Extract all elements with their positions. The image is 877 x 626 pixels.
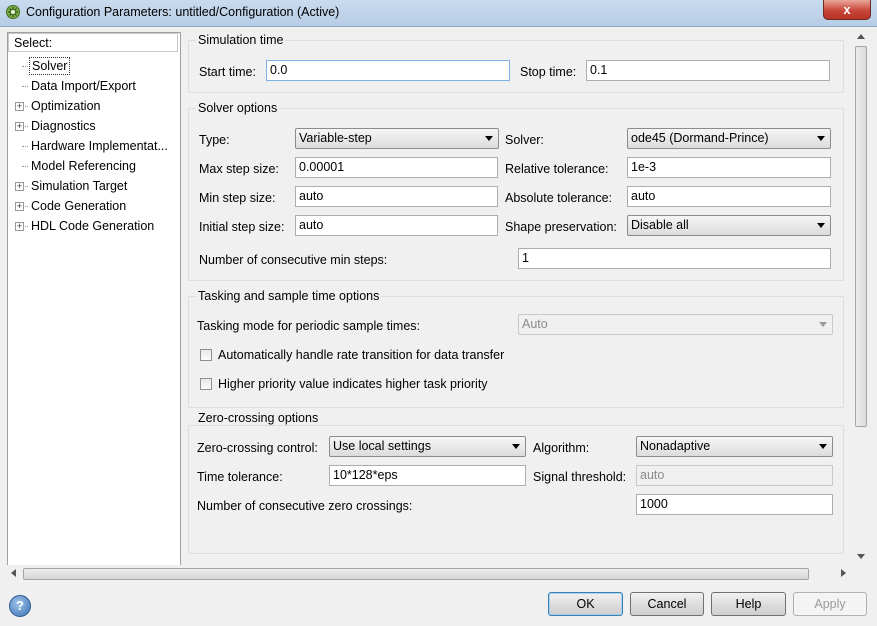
absolute-tolerance-input[interactable]: auto <box>627 186 831 207</box>
shape-preservation-label: Shape preservation: <box>505 220 617 234</box>
algorithm-value: Nonadaptive <box>640 439 711 453</box>
tasking-mode-select[interactable]: Auto <box>518 314 833 335</box>
signal-threshold-label: Signal threshold: <box>533 470 627 484</box>
time-tolerance-label: Time tolerance: <box>197 470 283 484</box>
solver-type-select[interactable]: Variable-step <box>295 128 499 149</box>
shape-preservation-value: Disable all <box>631 218 689 232</box>
chevron-down-icon <box>485 136 493 141</box>
initial-step-input[interactable]: auto <box>295 215 498 236</box>
vertical-scroll-thumb[interactable] <box>855 46 867 427</box>
stop-time-label: Stop time: <box>520 65 577 79</box>
tree-connector-line <box>22 86 28 87</box>
consecutive-zero-crossings-input[interactable]: 1000 <box>636 494 833 515</box>
tree-item[interactable]: Simulation Target <box>29 177 129 195</box>
tree-item[interactable]: HDL Code Generation <box>29 217 156 235</box>
scroll-down-icon[interactable] <box>857 554 865 559</box>
algorithm-label: Algorithm: <box>533 441 590 455</box>
max-step-input[interactable]: 0.00001 <box>295 157 498 178</box>
tree-item[interactable]: Code Generation <box>29 197 128 215</box>
ok-button[interactable]: OK <box>548 592 623 616</box>
zero-crossing-title: Zero-crossing options <box>196 411 321 425</box>
solver-select[interactable]: ode45 (Dormand-Prince) <box>627 128 831 149</box>
consecutive-zero-crossings-label: Number of consecutive zero crossings: <box>197 499 413 513</box>
tree-item[interactable]: Data Import/Export <box>29 77 138 95</box>
help-icon[interactable]: ? <box>9 595 31 617</box>
simulink-app-icon <box>6 5 20 19</box>
scroll-right-icon[interactable] <box>841 569 846 577</box>
scroll-left-icon[interactable] <box>11 569 16 577</box>
shape-preservation-select[interactable]: Disable all <box>627 215 831 236</box>
help-button[interactable]: Help <box>711 592 786 616</box>
relative-tolerance-input[interactable]: 1e-3 <box>627 157 831 178</box>
tasking-mode-value: Auto <box>522 317 548 331</box>
expand-icon[interactable]: + <box>15 182 24 191</box>
start-time-input[interactable]: 0.0 <box>266 60 510 81</box>
tree-header: Select: <box>8 33 178 52</box>
zero-crossing-control-label: Zero-crossing control: <box>197 441 318 455</box>
consecutive-min-steps-input[interactable]: 1 <box>518 248 831 269</box>
zero-crossing-control-value: Use local settings <box>333 439 431 453</box>
expand-icon[interactable]: + <box>15 202 24 211</box>
rate-transition-label: Automatically handle rate transition for… <box>218 348 505 362</box>
signal-threshold-input[interactable]: auto <box>636 465 833 486</box>
max-step-label: Max step size: <box>199 162 279 176</box>
tasking-title: Tasking and sample time options <box>196 289 382 303</box>
stop-time-input[interactable]: 0.1 <box>586 60 830 81</box>
horizontal-scroll-thumb[interactable] <box>23 568 809 580</box>
priority-checkbox[interactable] <box>200 378 212 390</box>
algorithm-select[interactable]: Nonadaptive <box>636 436 833 457</box>
absolute-tolerance-label: Absolute tolerance: <box>505 191 613 205</box>
close-button[interactable]: x <box>823 0 871 20</box>
zero-crossing-control-select[interactable]: Use local settings <box>329 436 526 457</box>
chevron-down-icon <box>512 444 520 449</box>
chevron-down-icon <box>817 136 825 141</box>
priority-label: Higher priority value indicates higher t… <box>218 377 488 391</box>
rate-transition-checkbox[interactable] <box>200 349 212 361</box>
tree-connector-line <box>22 146 28 147</box>
expand-icon[interactable]: + <box>15 102 24 111</box>
config-tree: Select: Solver Data Import/Export + Optimiz… <box>7 32 181 566</box>
solver-settings-pane: Simulation time Start time: 0.0 Stop tim… <box>181 28 852 565</box>
chevron-down-icon <box>819 322 827 327</box>
tree-item[interactable]: Diagnostics <box>29 117 98 135</box>
tree-connector-line <box>22 166 28 167</box>
initial-step-label: Initial step size: <box>199 220 285 234</box>
consecutive-min-steps-label: Number of consecutive min steps: <box>199 253 388 267</box>
solver-value: ode45 (Dormand-Prince) <box>631 131 769 145</box>
solver-options-title: Solver options <box>196 101 280 115</box>
vertical-scrollbar[interactable] <box>853 28 870 565</box>
expand-icon[interactable]: + <box>15 222 24 231</box>
window-title: Configuration Parameters: untitled/Confi… <box>26 5 340 19</box>
apply-button[interactable]: Apply <box>793 592 867 616</box>
chevron-down-icon <box>819 444 827 449</box>
scroll-up-icon[interactable] <box>857 34 865 39</box>
relative-tolerance-label: Relative tolerance: <box>505 162 609 176</box>
start-time-label: Start time: <box>199 65 256 79</box>
cancel-button[interactable]: Cancel <box>630 592 704 616</box>
tree-connector-line <box>22 66 28 67</box>
close-icon: x <box>843 2 851 17</box>
help-icon-glyph: ? <box>16 598 24 613</box>
time-tolerance-input[interactable]: 10*128*eps <box>329 465 526 486</box>
min-step-label: Min step size: <box>199 191 276 205</box>
solver-label: Solver: <box>505 133 544 147</box>
horizontal-scrollbar[interactable] <box>7 565 852 582</box>
expand-icon[interactable]: + <box>15 122 24 131</box>
simulation-time-title: Simulation time <box>196 33 286 47</box>
tree-item[interactable]: Optimization <box>29 97 102 115</box>
type-label: Type: <box>199 133 230 147</box>
min-step-input[interactable]: auto <box>295 186 498 207</box>
title-bar: Configuration Parameters: untitled/Confi… <box>0 0 877 27</box>
tasking-mode-label: Tasking mode for periodic sample times: <box>197 319 421 333</box>
tree-item[interactable]: Model Referencing <box>29 157 138 175</box>
tree-item[interactable]: Solver <box>29 57 71 75</box>
chevron-down-icon <box>817 223 825 228</box>
tree-item[interactable]: Hardware Implementat... <box>29 137 170 155</box>
solver-type-value: Variable-step <box>299 131 372 145</box>
